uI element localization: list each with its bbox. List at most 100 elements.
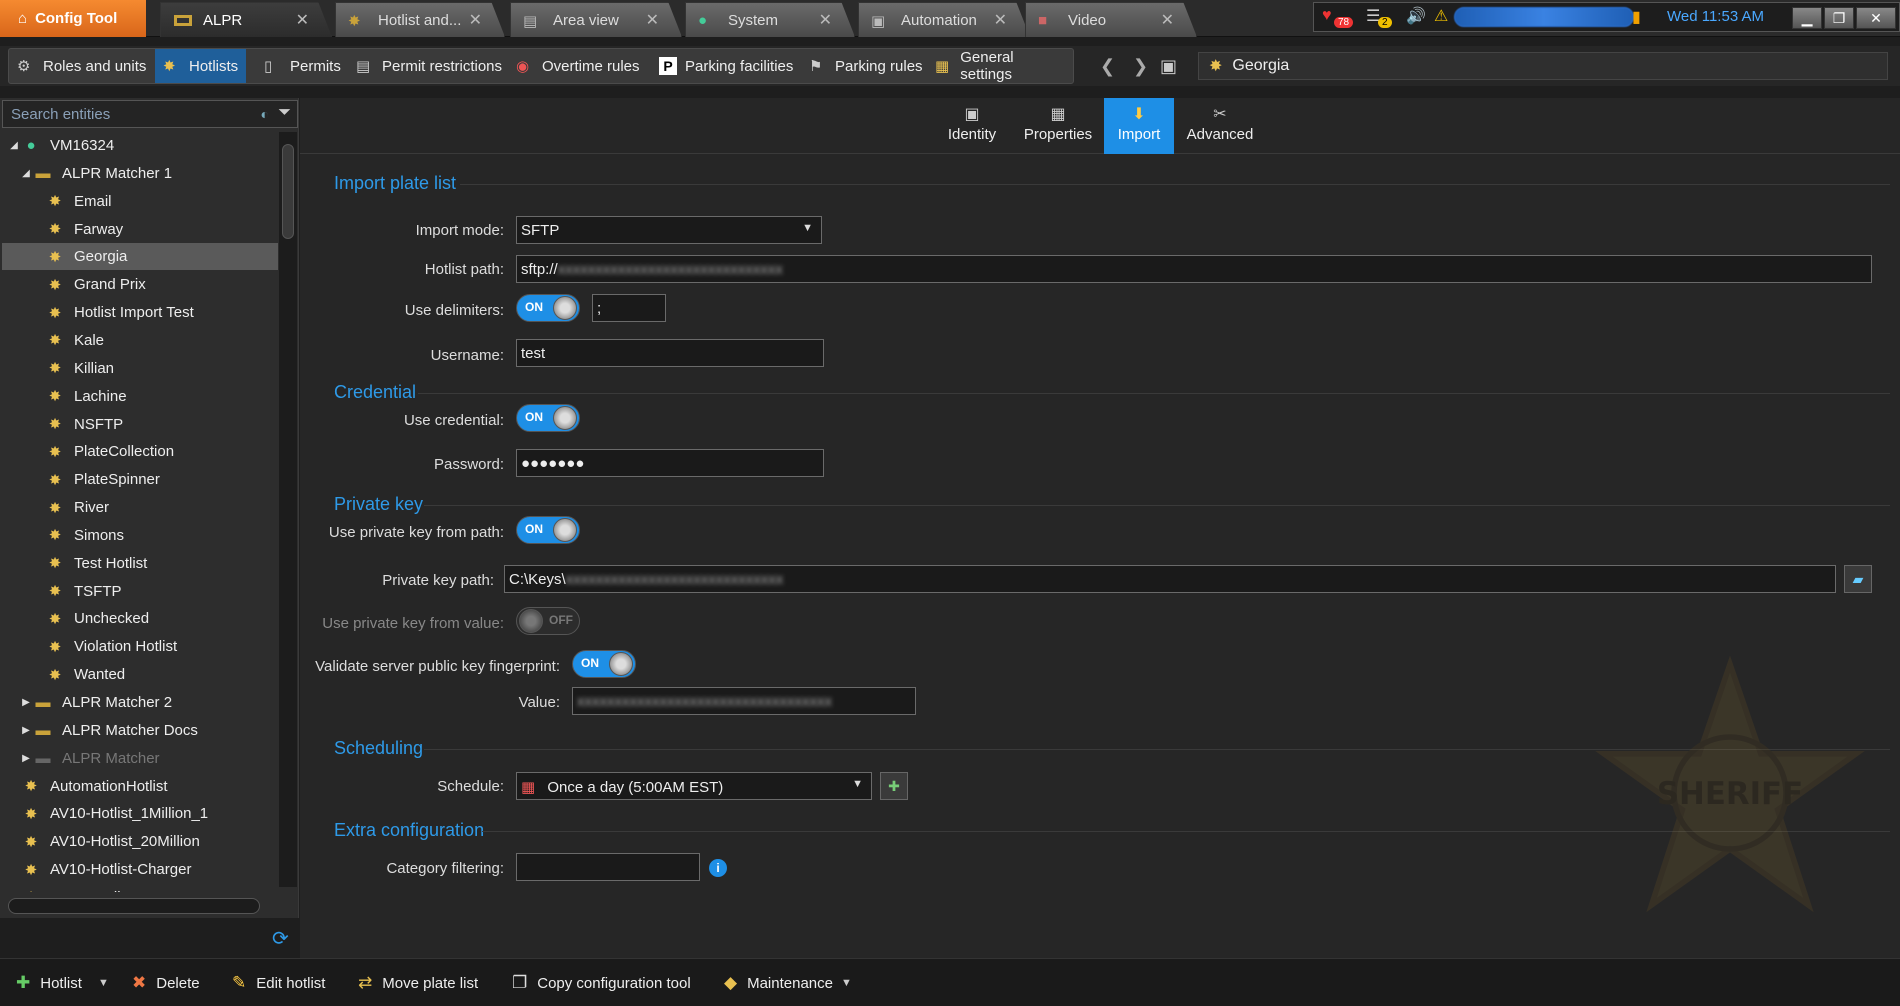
collapse-arrow-icon[interactable]: ◢ [20,168,32,179]
expand-arrow-icon[interactable]: ▶ [20,753,32,764]
tree-item[interactable]: ✸ Lachine [2,383,278,410]
tree-item[interactable]: ✸ Unchecked [2,605,278,632]
tab-alpr[interactable]: ALPR ✕ [160,2,332,37]
tree-item[interactable]: ✸ Violation Hotlist [2,633,278,660]
filter-icon[interactable]: ⏷ [278,104,291,122]
tree-item[interactable]: ✸ Hotlist Import Test [2,299,278,326]
username-input[interactable]: test [516,339,824,367]
back-arrow-icon[interactable]: ❮ [1100,56,1115,77]
schedule-select[interactable]: ▦ Once a day (5:00AM EST) ▼ [516,772,872,800]
pk-path-input[interactable]: C:\Keys\xxxxxxxxxxxxxxxxxxxxxxxxxxxxx [504,565,1836,593]
tree-item[interactable]: ▶ ▬ ALPR Matcher 2 [2,689,278,716]
use-credential-toggle[interactable]: ON [516,404,580,432]
use-delimiters-toggle[interactable]: ON [516,294,580,322]
copy-configuration-tool-button[interactable]: ❐ Copy configuration tool [512,973,691,993]
minimize-button[interactable]: ▁ [1792,7,1822,29]
maintenance-button[interactable]: ◆ Maintenance ▼ [724,973,852,993]
close-icon[interactable]: ✕ [646,10,659,30]
tree-item[interactable]: ◢ ▬ ALPR Matcher 1 [2,160,278,187]
use-pk-path-label: Use private key from path: [328,524,504,541]
move-plate-list-button[interactable]: ⇄ Move plate list [358,973,478,993]
entity-browser-icon[interactable]: ▣ [1160,56,1177,77]
tree-item[interactable]: ✸ Killian [2,355,278,382]
expand-arrow-icon[interactable]: ▶ [20,725,32,736]
tree-item[interactable]: ✸ AutomationHotlist [2,773,278,800]
toolbar-roles-and-units[interactable]: ⚙ Roles and units [9,49,154,83]
edit-hotlist-button[interactable]: ✎ Edit hotlist [232,973,325,993]
toolbar-parking-rules[interactable]: ⚑ Parking rules [801,49,931,83]
tab-identity[interactable]: ▣ Identity [938,98,1006,154]
refresh-icon[interactable]: ⟳ [272,926,289,951]
tab-advanced[interactable]: ✂ Advanced [1180,98,1260,154]
tab-system[interactable]: ● System ✕ [685,2,855,37]
toolbar-parking-facilities[interactable]: P Parking facilities [651,49,801,83]
tree-item[interactable]: ▶ ▬ ALPR Matcher Docs [2,717,278,744]
tree-item[interactable]: ✸ River [2,494,278,521]
chevron-down-icon[interactable]: ▼ [98,977,109,989]
hotlist-path-input[interactable]: sftp://xxxxxxxxxxxxxxxxxxxxxxxxxxxxxx [516,255,1872,283]
toolbar-overtime-rules[interactable]: ◉ Overtime rules [508,49,648,83]
browse-folder-button[interactable]: ▰ [1844,565,1872,593]
tab-hotlist-and[interactable]: ✸ Hotlist and... ✕ [335,2,505,37]
tab-automation[interactable]: ▣ Automation ✕ [858,2,1030,37]
tree-item[interactable]: ✸ Wanted [2,661,278,688]
maximize-button[interactable]: ❐ [1824,7,1854,29]
volume-icon[interactable]: 🔊 [1406,6,1426,26]
tree-item[interactable]: ✸ AV10-Hotlist_20Million [2,828,278,855]
tree-item[interactable]: ✸ Farway [2,216,278,243]
tree-item[interactable]: ✸ Test Hotlist [2,550,278,577]
add-hotlist-button[interactable]: ✚ Hotlist ▼ [16,973,109,993]
config-tool-menu-button[interactable]: ⌂ Config Tool [0,0,146,37]
import-mode-select[interactable]: SFTP ▼ [516,216,822,244]
close-icon[interactable]: ✕ [1161,10,1174,30]
validate-fingerprint-toggle[interactable]: ON [572,650,636,678]
search-input[interactable]: Search entities ◐ ⏷ [2,100,298,128]
collapse-arrow-icon[interactable]: ◢ [8,140,20,151]
tree-item[interactable]: ✸ Kale [2,327,278,354]
forward-arrow-icon[interactable]: ❯ [1133,56,1148,77]
tree-item[interactable]: ✸ Email [2,188,278,215]
close-icon[interactable]: ✕ [296,10,309,30]
tree-item[interactable]: ✸ NSFTP [2,411,278,438]
close-icon[interactable]: ✕ [469,10,482,30]
category-filtering-input[interactable] [516,853,700,881]
toolbar-hotlists[interactable]: ✸ Hotlists [155,49,247,83]
tree-item[interactable]: ◢ ● VM16324 [2,132,278,159]
edit-schedule-button[interactable]: ✚ [880,772,908,800]
tree-item[interactable]: ✸ PlateSpinner [2,466,278,493]
tab-import[interactable]: ⬇ Import [1104,98,1174,154]
tab-video[interactable]: ■ Video ✕ [1025,2,1197,37]
tree-scrollbar[interactable] [279,132,297,887]
tree-item[interactable]: ✸ PlateCollection [2,438,278,465]
close-icon[interactable]: ✕ [994,10,1007,30]
toolbar-permits[interactable]: ▯ Permits [256,49,349,83]
use-pk-value-toggle[interactable]: OFF [516,607,580,635]
toolbar-general-settings[interactable]: ▦ General settings [927,49,1073,83]
tree-item[interactable]: ✸ Georgia [2,243,278,271]
tree-item[interactable]: ✸ Simons [2,522,278,549]
fingerprint-value-input[interactable]: xxxxxxxxxxxxxxxxxxxxxxxxxxxxxxxxxx [572,687,916,715]
tree-item[interactable]: ✸ AV10-Hotlist-Genetec [2,884,278,892]
tree-item[interactable]: ▶ ▬ ALPR Matcher [2,745,278,772]
delete-button[interactable]: ✖ Delete [132,973,200,993]
warning-icon[interactable]: ⚠ [1434,6,1448,26]
tree-item[interactable]: ✸ AV10-Hotlist-Charger [2,856,278,883]
info-icon[interactable]: i [709,859,727,877]
toolbar-permit-restrictions[interactable]: ▤ Permit restrictions [348,49,510,83]
password-input[interactable]: ●●●●●●● [516,449,824,477]
user-pill[interactable] [1454,7,1634,27]
tab-properties[interactable]: ▦ Properties [1016,98,1100,154]
tree-item[interactable]: ✸ TSFTP [2,578,278,605]
close-icon[interactable]: ✕ [819,10,832,30]
alarm-icon[interactable]: ♥ [1322,7,1332,25]
use-pk-path-toggle[interactable]: ON [516,516,580,544]
tab-area-view[interactable]: ▤ Area view ✕ [510,2,682,37]
tree-item[interactable]: ✸ AV10-Hotlist_1Million_1 [2,800,278,827]
tree-item[interactable]: ✸ Grand Prix [2,271,278,298]
delimiter-input[interactable]: ; [592,294,666,322]
search-options-icon[interactable]: ◐ [261,106,269,122]
tree-horizontal-scrollbar[interactable] [8,898,260,914]
close-window-button[interactable]: ✕ [1856,7,1896,29]
expand-arrow-icon[interactable]: ▶ [20,697,32,708]
scrollbar-thumb[interactable] [282,144,294,239]
